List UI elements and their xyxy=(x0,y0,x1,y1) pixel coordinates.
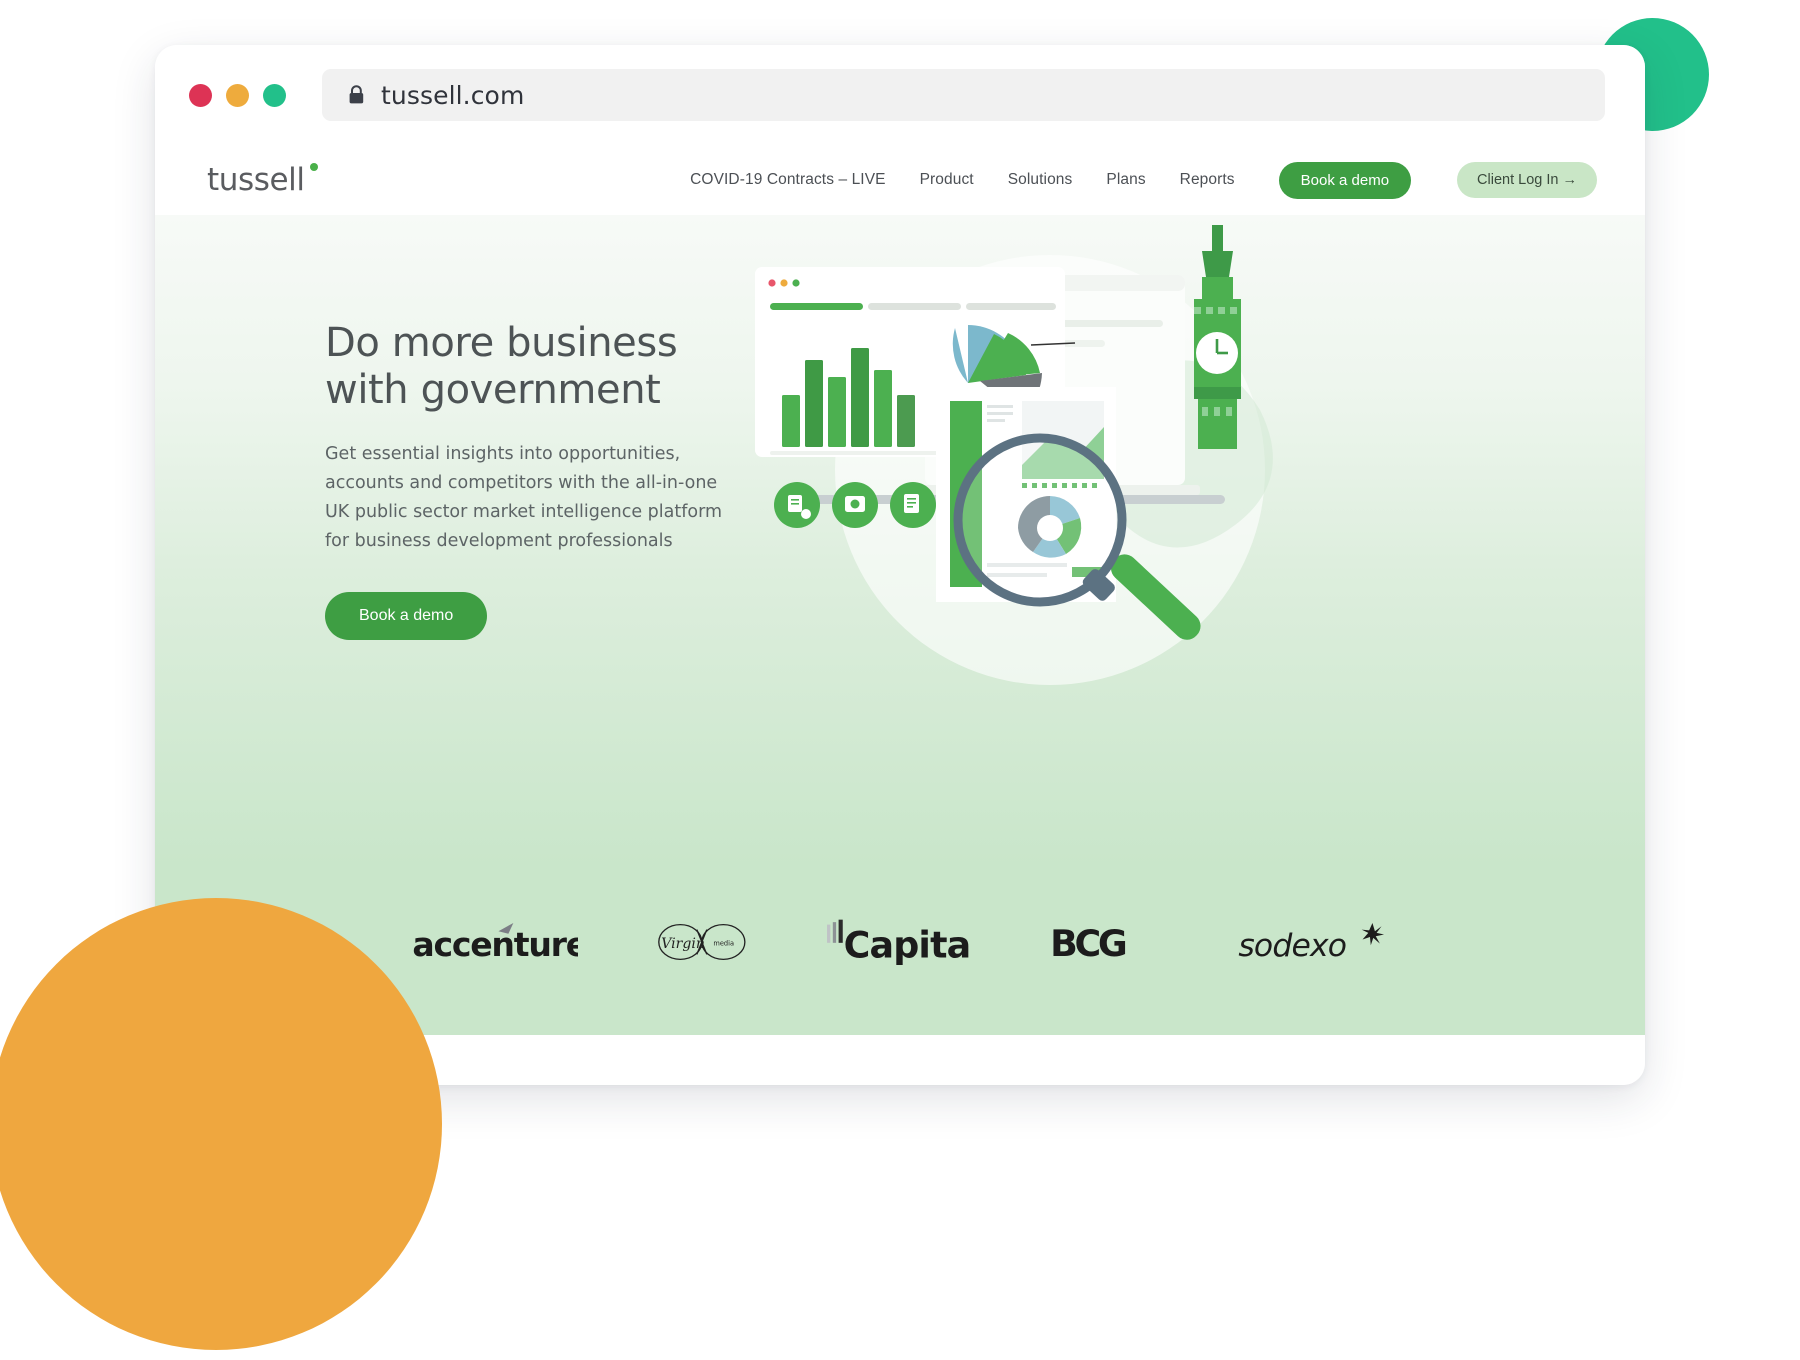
big-ben-illustration xyxy=(1194,225,1241,449)
tussell-logo-text: tussell xyxy=(207,162,305,198)
svg-text:media: media xyxy=(713,939,734,947)
traffic-light-buttons xyxy=(189,83,286,107)
decorative-orange-circle xyxy=(0,898,442,1350)
svg-text:Capita: Capita xyxy=(843,924,970,966)
browser-window: tussell.com tussell COVID-19 Contracts –… xyxy=(155,45,1645,1085)
book-a-demo-button[interactable]: Book a demo xyxy=(1278,161,1412,199)
lock-icon xyxy=(349,85,364,104)
svg-text:Virgin: Virgin xyxy=(661,936,705,952)
browser-chrome-bar: tussell.com xyxy=(155,45,1645,145)
nav-item-reports[interactable]: Reports xyxy=(1180,171,1235,189)
client-logo-bcg: BCG xyxy=(1050,922,1129,965)
maximize-window-button[interactable] xyxy=(263,83,286,107)
logo-dot-icon xyxy=(309,163,318,171)
hero-title: Do more business with government xyxy=(325,320,678,414)
client-logo-virgin-media: Virgin media xyxy=(657,923,746,961)
site-navbar: tussell COVID-19 Contracts – LIVE Produc… xyxy=(155,145,1645,215)
address-bar[interactable]: tussell.com xyxy=(322,69,1605,121)
client-logo-accenture: accenture xyxy=(412,922,578,964)
client-login-button[interactable]: Client Log In → xyxy=(1457,162,1597,198)
svg-text:accenture: accenture xyxy=(412,925,578,964)
nav-item-covid-contracts[interactable]: COVID-19 Contracts – LIVE xyxy=(690,171,885,189)
nav-item-plans[interactable]: Plans xyxy=(1106,171,1145,189)
minimize-window-button[interactable] xyxy=(226,83,249,107)
tussell-logo[interactable]: tussell xyxy=(207,162,318,198)
hero-copy: Do more business with government Get ess… xyxy=(325,320,745,640)
nav-item-solutions[interactable]: Solutions xyxy=(1008,171,1073,189)
nav-links: COVID-19 Contracts – LIVE Product Soluti… xyxy=(690,161,1597,199)
client-logo-capita: Capita xyxy=(826,919,971,966)
close-window-button[interactable] xyxy=(189,83,212,107)
svg-text:BCG: BCG xyxy=(1050,922,1126,965)
hero-book-a-demo-button[interactable]: Book a demo xyxy=(325,591,488,640)
screenshot-root: tussell.com tussell COVID-19 Contracts –… xyxy=(0,0,1800,1360)
hero-illustration xyxy=(755,225,1273,685)
url-text: tussell.com xyxy=(381,80,525,110)
svg-text:sodexo: sodexo xyxy=(1238,928,1346,964)
client-logo-sodexo: sodexo xyxy=(1238,922,1384,964)
hero-section: Do more business with government Get ess… xyxy=(155,215,1645,865)
nav-item-product[interactable]: Product xyxy=(920,171,974,189)
feature-icon-chips xyxy=(774,482,936,528)
hero-subtitle: Get essential insights into opportunitie… xyxy=(325,444,723,551)
